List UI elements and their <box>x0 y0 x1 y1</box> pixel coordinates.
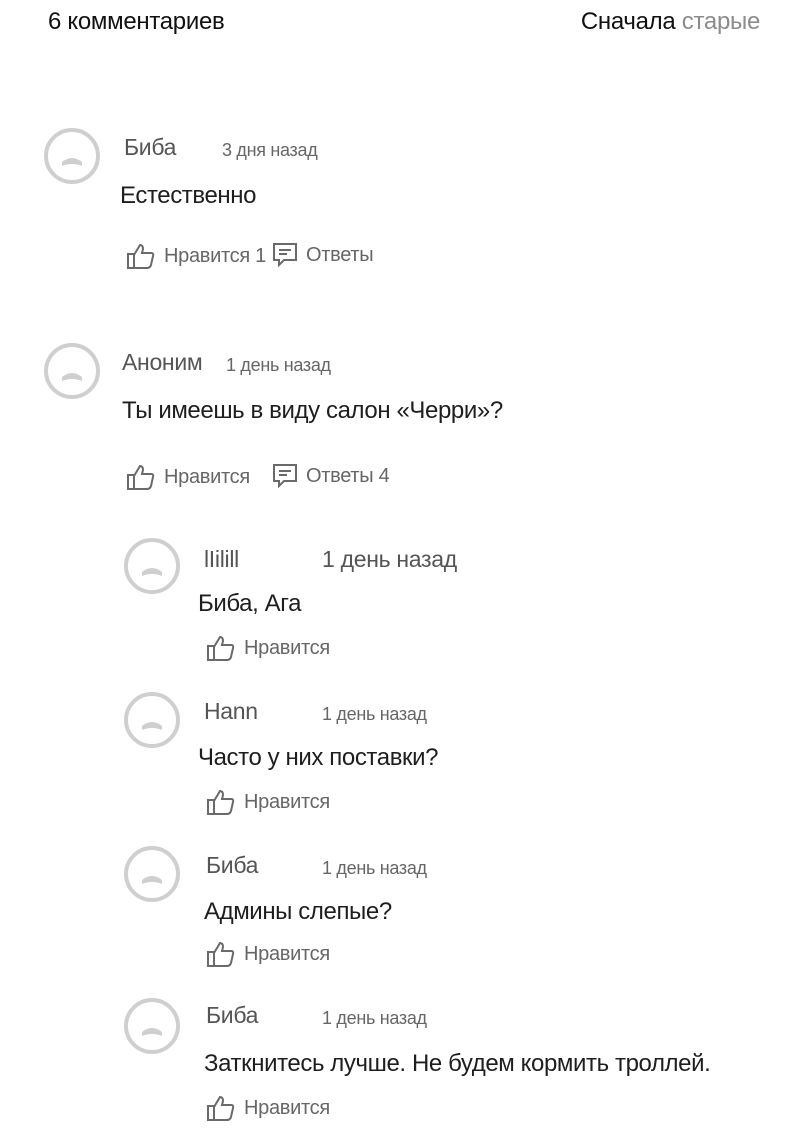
replies-button[interactable]: Ответы 4 <box>272 463 390 489</box>
like-label: Нравится 1 <box>164 244 266 267</box>
reply-item: Биба 1 день назад Заткнитесь лучше. Не б… <box>0 992 800 1132</box>
comment-text: Ты имеешь в виду салон «Черри»? <box>122 397 503 424</box>
comment-time: 1 день назад <box>226 355 331 375</box>
default-avatar-icon <box>62 373 82 381</box>
like-button[interactable]: Нравится <box>206 788 330 816</box>
thumbs-up-icon <box>207 941 235 967</box>
comment-time: 3 дня назад <box>222 140 318 160</box>
replies-button[interactable]: Ответы <box>272 242 374 268</box>
avatar[interactable] <box>44 128 100 184</box>
like-label: Нравится <box>164 465 250 488</box>
replies-label: Ответы 4 <box>306 464 390 487</box>
thumbs-up-icon <box>127 243 155 269</box>
like-button[interactable]: Нравится <box>126 463 250 491</box>
default-avatar-icon <box>142 1028 162 1036</box>
comment-icon <box>273 464 297 489</box>
reply-text: Часто у них поставки? <box>198 744 439 771</box>
avatar[interactable] <box>124 538 180 594</box>
like-button[interactable]: Нравится <box>206 1094 330 1122</box>
default-avatar-icon <box>142 722 162 730</box>
like-label: Нравится <box>244 636 330 659</box>
replies-label: Ответы <box>306 243 374 266</box>
comment-text: Естественно <box>120 182 257 209</box>
avatar[interactable] <box>124 846 180 902</box>
reply-author[interactable]: Hann <box>204 698 258 725</box>
comments-count: 6 комментариев <box>48 8 225 35</box>
thumbs-up-icon <box>127 464 155 490</box>
reply-author[interactable]: lIilill <box>204 546 239 573</box>
default-avatar-icon <box>142 876 162 884</box>
reply-text: Заткнитесь лучше. Не будем кормить тролл… <box>204 1050 711 1077</box>
like-label: Нравится <box>244 790 330 813</box>
sort-prefix: Сначала <box>580 8 676 35</box>
reply-time: 1 день назад <box>322 858 427 878</box>
reply-item: lIilill 1 день назад Биба, Ага Нравится <box>0 532 800 672</box>
default-avatar-icon <box>62 158 82 166</box>
comment-item: Биба 3 дня назад Естественно Нравится 1 … <box>0 120 800 280</box>
sort-value[interactable]: старые <box>682 8 761 35</box>
like-label: Нравится <box>244 1096 330 1119</box>
reply-time: 1 день назад <box>322 1008 427 1028</box>
avatar[interactable] <box>124 692 180 748</box>
comment-item: Аноним 1 день назад Ты имеешь в виду сал… <box>0 335 800 505</box>
thumbs-up-icon <box>207 635 235 661</box>
reply-text: Админы слепые? <box>204 898 392 925</box>
reply-item: Hann 1 день назад Часто у них поставки? … <box>0 686 800 826</box>
reply-text: Биба, Ага <box>198 590 302 617</box>
comment-author[interactable]: Биба <box>124 134 176 161</box>
reply-item: Биба 1 день назад Админы слепые? Нравитс… <box>0 840 800 980</box>
like-button[interactable]: Нравится <box>206 634 330 662</box>
avatar[interactable] <box>124 998 180 1054</box>
reply-time: 1 день назад <box>322 704 427 724</box>
comment-author[interactable]: Аноним <box>122 349 203 376</box>
like-button[interactable]: Нравится 1 <box>126 242 266 270</box>
default-avatar-icon <box>142 568 162 576</box>
like-label: Нравится <box>244 942 330 965</box>
avatar[interactable] <box>44 343 100 399</box>
thumbs-up-icon <box>207 1095 235 1121</box>
comment-icon <box>273 243 297 268</box>
reply-author[interactable]: Биба <box>206 852 258 879</box>
reply-author[interactable]: Биба <box>206 1002 258 1029</box>
like-button[interactable]: Нравится <box>206 940 330 968</box>
reply-time: 1 день назад <box>322 546 457 572</box>
sort-toggle[interactable]: Сначала старые <box>581 8 760 36</box>
thumbs-up-icon <box>207 789 235 815</box>
